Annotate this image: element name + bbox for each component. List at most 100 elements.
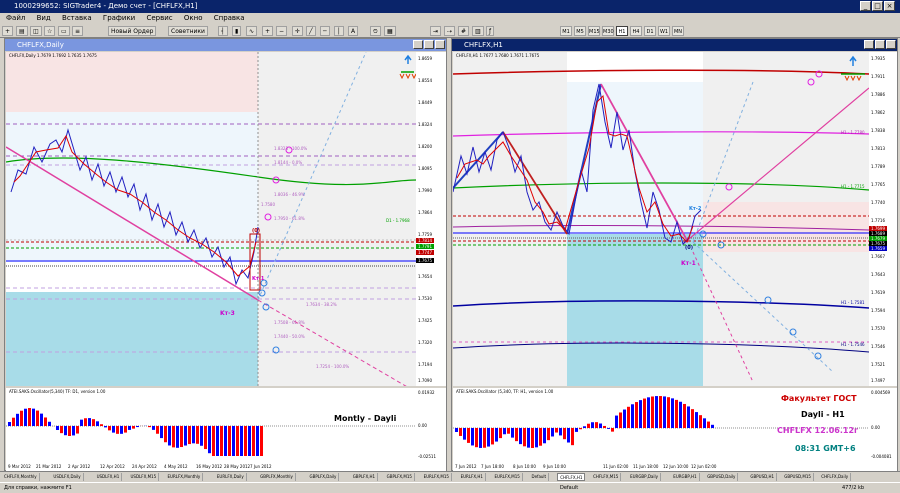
oscillator-bar (691, 409, 694, 428)
price-chart-h1[interactable]: CHFLFX,H1 1.7677 1.7680 1.7671 1.7675 H1… (453, 52, 869, 386)
chart-tab[interactable]: GBPLFX,Daily (308, 473, 340, 481)
grid-button[interactable]: # (458, 26, 470, 36)
volume-button[interactable]: ▥ (472, 26, 484, 36)
chart-maximize-button[interactable] (424, 40, 434, 49)
chart-tab[interactable]: EURLFX,M15 (493, 473, 523, 481)
tf-w1[interactable]: W1 (658, 26, 670, 36)
navigator-button[interactable]: ☆ (44, 26, 56, 36)
chart-tab[interactable]: Default (530, 473, 550, 481)
bar-chart-button[interactable]: ┤ (218, 26, 228, 36)
oscillator-axis-daily: 0.01932 0.00 -0.02511 (416, 388, 446, 463)
chart-tab[interactable]: CHFLFX,M15 (591, 473, 622, 481)
chart-maximize-button[interactable] (875, 40, 885, 49)
candle-chart-button[interactable]: ▮ (232, 26, 242, 36)
menu-view[interactable]: Вид (37, 14, 51, 22)
menu-window[interactable]: Окно (184, 14, 203, 22)
tf-mn[interactable]: MN (672, 26, 684, 36)
oscillator-bar (192, 426, 195, 444)
strategy-tester-button[interactable]: ≡ (72, 26, 84, 36)
chart-window-title: CHFLFX,H1 (464, 41, 503, 49)
new-chart-button[interactable]: + (2, 26, 14, 36)
menu-insert[interactable]: Вставка (62, 14, 92, 22)
hline-button[interactable]: ─ (320, 26, 330, 36)
chart-window-title-bar[interactable]: CHFLFX,Daily (5, 39, 446, 51)
chart-minimize-button[interactable] (864, 40, 874, 49)
chart-tab[interactable]: GBPLFX,M15 (385, 473, 415, 481)
chart-tab[interactable]: GBPUSD,Daily (705, 473, 739, 481)
menu-charts[interactable]: Графики (103, 14, 135, 22)
indicators-button[interactable]: ƒ (486, 26, 495, 36)
oscillator-bar (128, 426, 131, 430)
chart-tab[interactable]: GBPLFX,Monthly (258, 473, 296, 481)
oscillator-bar (224, 426, 227, 456)
menu-file[interactable]: Файл (6, 14, 25, 22)
close-button[interactable]: × (884, 1, 895, 11)
crosshair-button[interactable]: ✛ (292, 26, 304, 36)
menu-tools[interactable]: Сервис (146, 14, 172, 22)
oscillator-bar (467, 428, 470, 443)
terminal-button[interactable]: ▭ (58, 26, 70, 36)
oscillator-bar (639, 400, 642, 428)
tf-h4[interactable]: H4 (630, 26, 642, 36)
price-axis-daily: 1.8659 1.8554 1.8449 1.8324 1.8200 1.809… (416, 52, 446, 386)
menu-help[interactable]: Справка (214, 14, 245, 22)
oscillator-bar (679, 401, 682, 428)
profiles-button[interactable]: ▤ (16, 26, 28, 36)
period-button[interactable]: ⏲ (370, 26, 381, 36)
minimize-button[interactable]: _ (860, 1, 871, 11)
oscillator-panel-h1[interactable]: ATEI.SAKS.Oscillator (5,340, TF: H1, ver… (453, 388, 869, 463)
oscillator-bar (687, 406, 690, 428)
chart-tab[interactable]: EURGBP,H1 (671, 473, 700, 481)
line-chart-button[interactable]: ∿ (246, 26, 258, 36)
autoscroll-button[interactable]: ⇢ (444, 26, 456, 36)
tf-m5[interactable]: M5 (574, 26, 586, 36)
tf-d1[interactable]: D1 (644, 26, 656, 36)
oscillator-bar (471, 428, 474, 446)
tf-h1[interactable]: H1 (616, 26, 628, 36)
chart-minimize-button[interactable] (413, 40, 423, 49)
chart-tab[interactable]: GBPLFX,H1 (351, 473, 379, 481)
chart-window-title-bar[interactable]: CHFLFX,H1 (452, 39, 897, 51)
text-button[interactable]: A (348, 26, 359, 36)
chart-tab[interactable]: USDLFX,Daily (51, 473, 84, 481)
expert-advisors-button[interactable]: Советники (168, 26, 208, 36)
oscillator-bar (8, 422, 11, 426)
fib-label: 1.7508 - 61.8% (274, 320, 305, 325)
vline-button[interactable]: │ (334, 26, 344, 36)
chart-tab[interactable]: EURLFX,H1 (459, 473, 486, 481)
chart-tab[interactable]: EURLFX,Daily (215, 473, 247, 481)
oscillator-panel-daily[interactable]: ATEI.SAKS.Oscillator(5,340) TF: D1, vers… (6, 388, 416, 463)
chart-close-button[interactable] (435, 40, 445, 49)
price-label: 1.7659 (869, 246, 887, 251)
chart-tab[interactable]: CHFLFX,H1 (557, 473, 586, 481)
tf-m1[interactable]: M1 (560, 26, 572, 36)
price-chart-daily[interactable]: CHFLFX,Daily 1.7679 1.7692 1.7635 1.7675… (6, 52, 416, 386)
chart-tab[interactable]: EURGBP,Daily (628, 473, 661, 481)
chart-window-h1[interactable]: CHFLFX,H1 CHFLFX,H1 1.7677 1.7680 1.7671… (451, 38, 898, 471)
maximize-button[interactable]: □ (872, 1, 883, 11)
chart-tab[interactable]: CHFLFX,Monthly (2, 473, 40, 481)
chart-tab[interactable]: CHFLFX,Daily (819, 473, 852, 481)
trendline-button[interactable]: ╱ (306, 26, 316, 36)
market-watch-button[interactable]: ◫ (30, 26, 42, 36)
brand-time: 08:31 GMT+6 (795, 444, 856, 453)
chart-tab[interactable]: GBPUSD,M15 (782, 473, 814, 481)
chart-tab[interactable]: EURLFX,Monthly (166, 473, 204, 481)
chart-tab[interactable]: USDLFX,M15 (129, 473, 160, 481)
tf-m30[interactable]: M30 (602, 26, 614, 36)
chart-tab[interactable]: GBPUSD,H1 (748, 473, 778, 481)
new-order-button[interactable]: Новый Ордер (108, 26, 157, 36)
chart-shift-button[interactable]: ⇥ (430, 26, 442, 36)
oscillator-bar (68, 426, 71, 436)
zoom-in-button[interactable]: + (262, 26, 274, 36)
chart-tab[interactable]: EURLFX,M15 (422, 473, 452, 481)
oscillator-bar (503, 428, 506, 435)
templates-button[interactable]: ▦ (384, 26, 396, 36)
oscillator-bar (483, 428, 486, 448)
chart-window-daily[interactable]: CHFLFX,Daily CHFLFX,Daily 1.7679 1.7692 … (4, 38, 447, 471)
oscillator-bar (567, 428, 570, 443)
zoom-out-button[interactable]: − (276, 26, 288, 36)
tf-m15[interactable]: M15 (588, 26, 600, 36)
chart-close-button[interactable] (886, 40, 896, 49)
chart-tab[interactable]: USDLFX,H1 (95, 473, 123, 481)
